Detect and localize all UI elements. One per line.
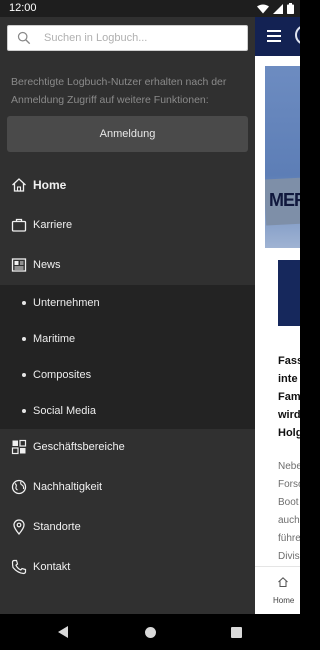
- back-icon[interactable]: [58, 626, 69, 638]
- nav-item-home[interactable]: Home: [0, 165, 255, 205]
- news-card-image[interactable]: [278, 260, 300, 326]
- subnav-item-unternehmen[interactable]: Unternehmen: [0, 285, 255, 321]
- hamburger-menu-icon[interactable]: [267, 30, 281, 42]
- news-submenu: Unternehmen Maritime Composites Social M…: [0, 285, 255, 429]
- nav-item-nachhaltigkeit[interactable]: Nachhaltigkeit: [0, 467, 255, 507]
- login-info-text: Berechtigte Logbuch-Nutzer erhalten nach…: [11, 76, 227, 106]
- nav-label-standorte: Standorte: [33, 521, 81, 533]
- bullet-icon: [22, 337, 26, 341]
- grid-icon: [11, 439, 27, 455]
- nav-item-kontakt[interactable]: Kontakt: [0, 547, 255, 587]
- app-toolbar: [255, 17, 300, 56]
- wifi-icon: [257, 4, 269, 13]
- system-navigation-bar: [0, 614, 300, 650]
- nav-item-karriere[interactable]: Karriere: [0, 205, 255, 245]
- subnav-item-maritime[interactable]: Maritime: [0, 321, 255, 357]
- globe-icon: [11, 479, 27, 495]
- nav-label-kontakt: Kontakt: [33, 561, 71, 573]
- article-body: Nebe Forso Boot auch führe Divis: [278, 461, 300, 562]
- phone-icon: [11, 559, 27, 575]
- nav-label-nachhaltigkeit: Nachhaltigkeit: [33, 481, 103, 493]
- subnav-label-social-media: Social Media: [33, 405, 96, 417]
- hero-sign-text: MER: [269, 190, 300, 210]
- app-logo: [295, 25, 300, 45]
- nav-label-news: News: [33, 259, 61, 271]
- battery-icon: [287, 3, 294, 14]
- bottom-nav-home-label[interactable]: Home: [273, 596, 294, 605]
- briefcase-icon: [11, 218, 27, 232]
- search-bar[interactable]: [7, 25, 248, 51]
- home-icon: [12, 178, 26, 192]
- home-button-icon[interactable]: [145, 627, 156, 638]
- nav-label-geschaeftsbereiche: Geschäftsbereiche: [33, 441, 125, 453]
- status-time: 12:00: [9, 2, 37, 14]
- nav-item-news[interactable]: News: [0, 245, 255, 285]
- bullet-icon: [22, 373, 26, 377]
- bullet-icon: [22, 409, 26, 413]
- subnav-label-composites: Composites: [33, 369, 92, 381]
- nav-label-home: Home: [33, 178, 67, 192]
- article-headline[interactable]: Fass inte Fam wird Holg: [278, 352, 300, 442]
- search-input[interactable]: [44, 29, 239, 47]
- subnav-item-composites[interactable]: Composites: [0, 357, 255, 393]
- hero-image[interactable]: MER: [265, 66, 300, 248]
- subnav-label-maritime: Maritime: [33, 333, 76, 345]
- bottom-navigation: Home: [255, 566, 300, 614]
- search-icon: [17, 31, 31, 45]
- bullet-icon: [22, 301, 26, 305]
- login-button[interactable]: Anmeldung: [7, 116, 248, 152]
- navigation-drawer: Berechtigte Logbuch-Nutzer erhalten nach…: [0, 17, 255, 614]
- signal-icon: [273, 3, 283, 14]
- location-pin-icon: [13, 519, 25, 535]
- recents-icon[interactable]: [231, 627, 242, 638]
- nav-item-geschaeftsbereiche[interactable]: Geschäftsbereiche: [0, 427, 255, 467]
- nav-item-standorte[interactable]: Standorte: [0, 507, 255, 547]
- nav-label-karriere: Karriere: [33, 219, 73, 231]
- newspaper-icon: [11, 258, 27, 272]
- subnav-item-social-media[interactable]: Social Media: [0, 393, 255, 429]
- background-app: MER Fass inte Fam wird Holg Nebe Forso B…: [255, 0, 300, 614]
- subnav-label-unternehmen: Unternehmen: [33, 297, 100, 309]
- status-bar: 12:00: [0, 0, 300, 17]
- home-icon[interactable]: [277, 576, 289, 588]
